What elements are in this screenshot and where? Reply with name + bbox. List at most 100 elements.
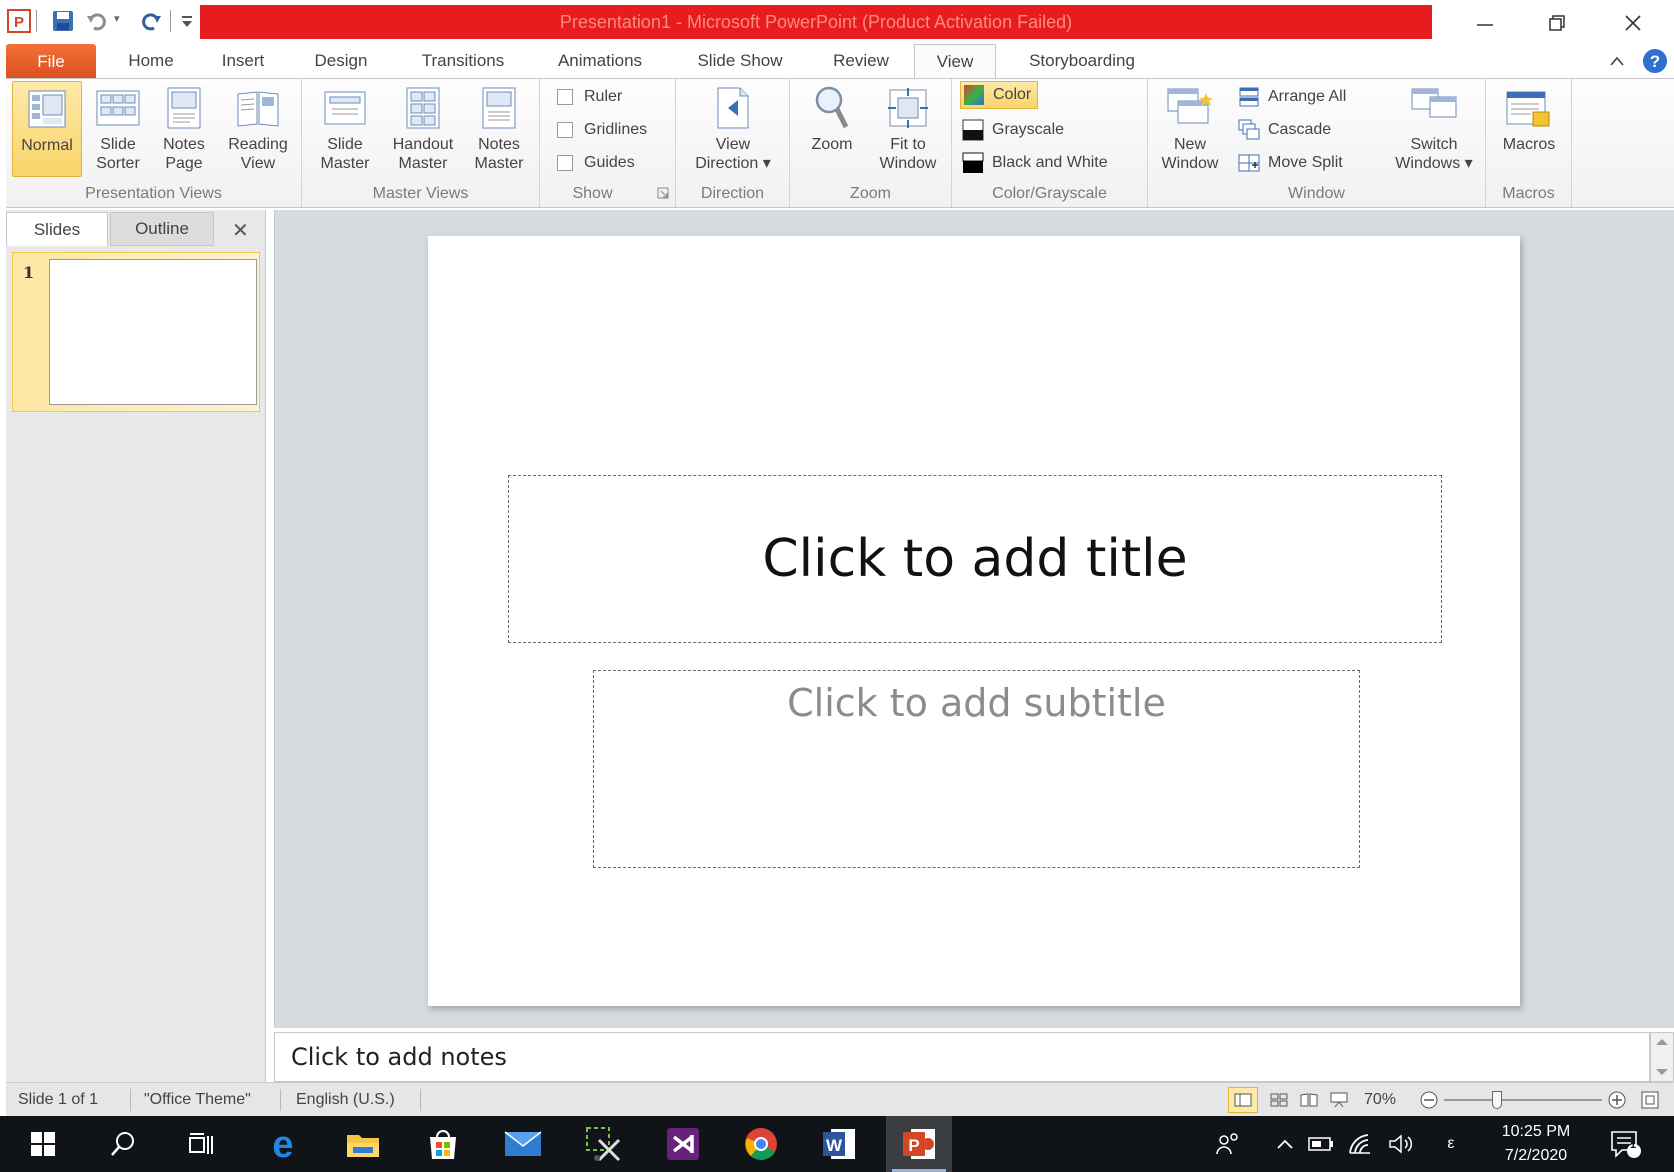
slide-thumbnail[interactable] <box>49 259 257 405</box>
handout-master-button[interactable]: Handout Master <box>384 81 462 177</box>
new-window-button[interactable]: New Window <box>1152 81 1228 177</box>
battery-icon[interactable] <box>1306 1116 1336 1172</box>
zoom-slider-thumb[interactable] <box>1491 1091 1502 1109</box>
mail-icon[interactable] <box>490 1116 556 1172</box>
tab-outline[interactable]: Outline <box>110 212 214 246</box>
reading-view-icon[interactable] <box>1296 1083 1322 1117</box>
gridlines-check-box[interactable] <box>557 122 573 138</box>
ruler-checkbox[interactable]: Ruler <box>554 83 622 111</box>
fit-slide-icon[interactable] <box>1636 1083 1664 1117</box>
notes-pane[interactable]: Click to add notes <box>274 1032 1650 1082</box>
reading-view-button[interactable]: Reading View <box>220 81 296 177</box>
people-icon[interactable] <box>1212 1116 1244 1172</box>
chevron-up-icon[interactable] <box>1272 1116 1298 1172</box>
subtitle-placeholder[interactable]: Click to add subtitle <box>593 670 1360 868</box>
zoom-button[interactable]: Zoom <box>798 81 866 177</box>
notifications-icon[interactable]: 1 <box>1604 1116 1648 1172</box>
save-icon[interactable] <box>50 8 76 34</box>
task-view-icon[interactable] <box>168 1116 234 1172</box>
language[interactable]: English (U.S.) <box>296 1083 395 1117</box>
zoom-level[interactable]: 70% <box>1364 1083 1396 1117</box>
switch-windows-icon <box>1410 81 1458 135</box>
zoom-in-icon[interactable] <box>1606 1083 1628 1117</box>
zoom-slider[interactable] <box>1444 1083 1602 1117</box>
help-icon[interactable]: ? <box>1640 44 1670 78</box>
grayscale-button[interactable]: Grayscale <box>962 116 1064 144</box>
slide-thumbnail-item[interactable]: 1 <box>12 252 260 412</box>
tab-transitions[interactable]: Transitions <box>404 44 522 78</box>
file-explorer-icon[interactable] <box>330 1116 396 1172</box>
close-icon[interactable] <box>1598 4 1668 42</box>
customize-qat-icon[interactable] <box>174 8 200 34</box>
notes-master-button[interactable]: Notes Master <box>464 81 534 177</box>
tab-view[interactable]: View <box>914 44 996 79</box>
dialog-launcher-icon[interactable] <box>657 187 669 199</box>
guides-check-box[interactable] <box>557 155 573 171</box>
tab-review[interactable]: Review <box>822 44 900 78</box>
move-split-button[interactable]: Move Split <box>1238 149 1343 177</box>
status-bar: Slide 1 of 1 "Office Theme" English (U.S… <box>6 1082 1674 1116</box>
view-direction-button[interactable]: View Direction ▾ <box>684 81 782 177</box>
visual-studio-icon[interactable] <box>650 1116 716 1172</box>
zoom-out-icon[interactable] <box>1418 1083 1440 1117</box>
color-button[interactable]: Color <box>960 81 1039 109</box>
zoom-label: Zoom <box>811 136 853 153</box>
powerpoint-icon[interactable]: P <box>886 1116 952 1172</box>
word-icon[interactable]: W <box>806 1116 872 1172</box>
tab-slide-show[interactable]: Slide Show <box>684 44 796 78</box>
taskbar: e W P ε 10:25 PM 7/2/2020 1 <box>0 1116 1674 1172</box>
close-icon[interactable]: ✕ <box>232 218 249 242</box>
tab-design[interactable]: Design <box>298 44 384 78</box>
snipping-tool-icon[interactable] <box>570 1116 636 1172</box>
gridlines-checkbox[interactable]: Gridlines <box>554 116 647 144</box>
ruler-check-box[interactable] <box>557 89 573 105</box>
undo-dropdown-icon[interactable]: ▾ <box>114 12 120 25</box>
slide-sorter-icon[interactable] <box>1266 1083 1292 1117</box>
input-method[interactable]: ε <box>1438 1116 1464 1172</box>
undo-icon[interactable] <box>84 8 110 34</box>
slide[interactable]: Click to add title Click to add subtitle <box>428 236 1520 1006</box>
tab-animations[interactable]: Animations <box>544 44 656 78</box>
restore-icon[interactable] <box>1522 4 1592 42</box>
windows-start-icon[interactable] <box>10 1116 76 1172</box>
gridlines-label: Gridlines <box>584 121 648 138</box>
tab-insert[interactable]: Insert <box>204 44 282 78</box>
normal-view-icon[interactable] <box>1228 1087 1258 1113</box>
cascade-button[interactable]: Cascade <box>1238 116 1331 144</box>
new-window-label-1: New <box>1173 136 1206 153</box>
powerpoint-icon[interactable]: P <box>6 8 32 34</box>
title-placeholder[interactable]: Click to add title <box>508 475 1442 643</box>
color-label: Color <box>993 86 1032 103</box>
minimize-icon[interactable] <box>1450 4 1520 42</box>
slide-master-button[interactable]: Slide Master <box>310 81 380 177</box>
tab-storyboarding[interactable]: Storyboarding <box>1010 44 1154 78</box>
svg-text:e: e <box>272 1127 293 1161</box>
normal-view-button[interactable]: Normal <box>12 81 82 177</box>
search-icon[interactable] <box>90 1116 156 1172</box>
chrome-icon[interactable] <box>728 1116 794 1172</box>
notes-page-button[interactable]: Notes Page <box>152 81 216 177</box>
volume-icon[interactable] <box>1386 1116 1418 1172</box>
minimize-ribbon-icon[interactable] <box>1604 44 1630 78</box>
clock[interactable]: 10:25 PM 7/2/2020 <box>1484 1116 1588 1172</box>
wifi-icon[interactable] <box>1346 1116 1376 1172</box>
tab-slides[interactable]: Slides <box>6 212 108 246</box>
arrange-all-button[interactable]: Arrange All <box>1238 83 1346 111</box>
switch-windows-button[interactable]: Switch Windows ▾ <box>1388 81 1480 177</box>
edge-icon[interactable]: e <box>250 1116 316 1172</box>
tab-file[interactable]: File <box>6 44 96 80</box>
theme-name[interactable]: "Office Theme" <box>144 1083 251 1117</box>
macros-button[interactable]: Macros <box>1492 81 1566 177</box>
cascade-label: Cascade <box>1268 121 1332 138</box>
black-and-white-button[interactable]: Black and White <box>962 149 1108 177</box>
group-label-direction: Direction <box>700 185 765 202</box>
fit-to-window-button[interactable]: Fit to Window <box>870 81 946 177</box>
slide-show-icon[interactable] <box>1326 1083 1352 1117</box>
notes-scrollbar[interactable] <box>1650 1032 1674 1082</box>
guides-checkbox[interactable]: Guides <box>554 149 635 177</box>
redo-icon[interactable] <box>138 8 164 34</box>
slide-sorter-button[interactable]: Slide Sorter <box>86 81 150 177</box>
store-icon[interactable] <box>410 1116 476 1172</box>
window-title: Presentation1 - Microsoft PowerPoint (Pr… <box>200 5 1432 39</box>
tab-home[interactable]: Home <box>110 44 192 78</box>
